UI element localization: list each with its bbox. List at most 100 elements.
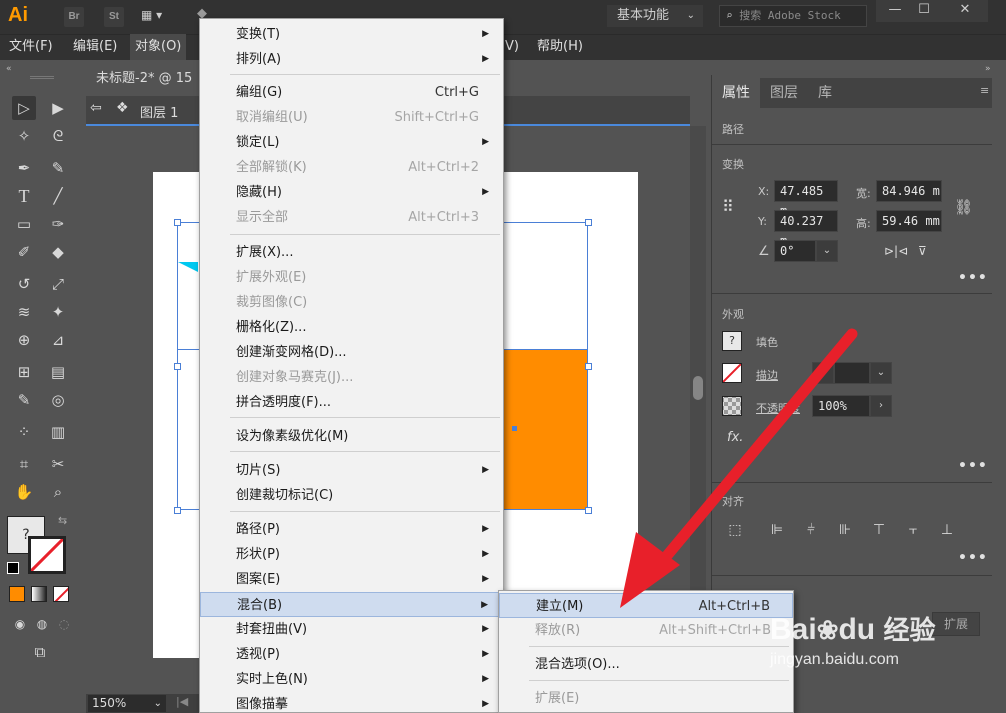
align-vertical-center-icon[interactable]: ⫟ xyxy=(904,521,922,539)
mesh-tool-icon[interactable]: ⊞ xyxy=(12,360,36,384)
object-menu-item[interactable]: 取消编组(U) Shift+Ctrl+G xyxy=(200,105,503,130)
column-graph-tool-icon[interactable]: ▥ xyxy=(46,420,70,444)
blend-menu-item[interactable]: 释放(R) Alt+Shift+Ctrl+B xyxy=(499,618,793,643)
object-menu-item[interactable]: 变换(T) ▶ xyxy=(200,22,503,47)
object-menu-item[interactable]: 创建裁切标记(C) xyxy=(200,483,503,508)
shaper-tool-icon[interactable]: ✐ xyxy=(12,240,36,264)
tab-layers[interactable]: 图层 xyxy=(760,78,808,108)
selection-tool-icon[interactable]: ▷ xyxy=(12,96,36,120)
hand-tool-icon[interactable]: ✋ xyxy=(12,480,36,504)
swap-fill-stroke-icon[interactable]: ⇆ xyxy=(58,514,67,527)
tab-libraries[interactable]: 库 xyxy=(808,78,842,108)
opacity-slider-button[interactable]: › xyxy=(870,395,892,417)
blend-menu-item[interactable]: 建立(M) Alt+Ctrl+B xyxy=(499,593,793,618)
magic-wand-tool-icon[interactable]: ✧ xyxy=(12,124,36,148)
collapse-panel-icon[interactable]: » xyxy=(985,64,991,74)
blend-menu-item[interactable]: 混合选项(O)... xyxy=(499,652,793,677)
type-tool-icon[interactable]: T xyxy=(12,184,36,208)
document-tab[interactable]: 未标题-2* @ 15 xyxy=(86,62,198,96)
object-menu-item[interactable]: 拼合透明度(F)... xyxy=(200,390,503,415)
object-menu-item[interactable]: 形状(P) ▶ xyxy=(200,542,503,567)
flip-horizontal-icon[interactable]: ⊳|⊲ xyxy=(884,244,908,258)
angle-dropdown[interactable]: ⌄ xyxy=(816,240,838,262)
blend-menu-item[interactable]: 扩展(E) xyxy=(499,686,793,711)
align-bottom-icon[interactable]: ⊥ xyxy=(938,521,956,539)
flip-vertical-icon[interactable]: ⊽ xyxy=(918,244,927,258)
pen-tool-icon[interactable]: ✒ xyxy=(12,156,36,180)
align-left-icon[interactable]: ⊫ xyxy=(768,521,786,539)
arrange-documents-icon[interactable]: ▦ ▾ xyxy=(141,8,181,26)
paintbrush-tool-icon[interactable]: ✑ xyxy=(46,212,70,236)
back-arrow-icon[interactable]: ⇦ xyxy=(90,100,102,116)
resize-handle[interactable] xyxy=(174,363,181,370)
stroke-weight-dropdown[interactable]: ⌄ xyxy=(870,362,892,384)
draw-inside-icon[interactable]: ◌ xyxy=(52,612,76,636)
bridge-icon[interactable]: Br xyxy=(64,7,84,27)
puppet-warp-tool-icon[interactable]: ✦ xyxy=(46,300,70,324)
shape-builder-tool-icon[interactable]: ⊕ xyxy=(12,328,36,352)
resize-handle[interactable] xyxy=(174,507,181,514)
first-artboard-icon[interactable]: |◀ xyxy=(176,695,188,708)
object-menu-item[interactable]: 创建渐变网格(D)... xyxy=(200,340,503,365)
angle-field[interactable]: 0° xyxy=(774,240,816,262)
object-menu-item[interactable]: 隐藏(H) ▶ xyxy=(200,180,503,205)
slice-tool-icon[interactable]: ✂ xyxy=(46,452,70,476)
eraser-tool-icon[interactable]: ◆ xyxy=(46,240,70,264)
height-field[interactable]: 59.46 mm xyxy=(876,210,942,232)
resize-handle[interactable] xyxy=(174,219,181,226)
perspective-grid-tool-icon[interactable]: ⊿ xyxy=(46,328,70,352)
zoom-select[interactable]: 150% ⌄ xyxy=(88,695,166,712)
stroke-color-swatch[interactable] xyxy=(722,363,742,383)
artboard-tool-icon[interactable]: ⌗ xyxy=(12,452,36,476)
resize-handle[interactable] xyxy=(585,507,592,514)
none-mode-icon[interactable] xyxy=(53,586,69,602)
object-menu-item[interactable]: 混合(B) ▶ xyxy=(200,592,503,617)
object-menu-item[interactable]: 封套扭曲(V) ▶ xyxy=(200,617,503,642)
reference-point-icon[interactable]: ⠿ xyxy=(722,196,744,218)
close-button[interactable]: ✕ xyxy=(942,0,988,22)
object-menu-item[interactable]: 图案(E) ▶ xyxy=(200,567,503,592)
tab-properties[interactable]: 属性 xyxy=(712,78,760,108)
collapse-toolbar-icon[interactable]: « xyxy=(6,64,12,74)
object-menu-item[interactable]: 图像描摹 ▶ xyxy=(200,692,503,713)
x-field[interactable]: 47.485 m xyxy=(774,180,838,218)
screen-mode-icon[interactable]: ⧉ xyxy=(28,640,52,664)
menu-edit[interactable]: 编辑(E) xyxy=(68,34,122,60)
fill-color-swatch[interactable]: ? xyxy=(722,331,742,351)
zoom-tool-icon[interactable]: ⌕ xyxy=(46,480,70,504)
align-right-icon[interactable]: ⊪ xyxy=(836,521,854,539)
stroke-weight-stepper[interactable]: ⌃ xyxy=(812,362,834,384)
opacity-field[interactable]: 100% xyxy=(812,395,870,417)
more-options-icon[interactable]: ••• xyxy=(958,270,988,286)
draw-behind-icon[interactable]: ◍ xyxy=(30,612,54,636)
object-menu-item[interactable]: 显示全部 Alt+Ctrl+3 xyxy=(200,205,503,230)
opacity-label[interactable]: 不透明度 xyxy=(756,400,800,416)
symbol-sprayer-tool-icon[interactable]: ⁘ xyxy=(12,420,36,444)
workspace-switcher[interactable]: 基本功能 ⌄ xyxy=(607,5,703,27)
align-top-icon[interactable]: ⊤ xyxy=(870,521,888,539)
toolbar-grip[interactable] xyxy=(30,76,54,79)
y-field[interactable]: 40.237 m xyxy=(774,210,838,248)
object-menu-item[interactable]: 实时上色(N) ▶ xyxy=(200,667,503,692)
more-options-icon[interactable]: ••• xyxy=(958,550,988,566)
expand-button[interactable]: 扩展 xyxy=(932,612,980,636)
gradient-tool-icon[interactable]: ▤ xyxy=(46,360,70,384)
object-menu-item[interactable]: 锁定(L) ▶ xyxy=(200,130,503,155)
object-menu-item[interactable]: 创建对象马赛克(J)... xyxy=(200,365,503,390)
object-menu-item[interactable]: 透视(P) ▶ xyxy=(200,642,503,667)
stock-icon[interactable]: St xyxy=(104,7,124,27)
draw-normal-icon[interactable]: ◉ xyxy=(8,612,32,636)
object-menu-item[interactable]: 路径(P) ▶ xyxy=(200,517,503,542)
stroke-swatch[interactable] xyxy=(28,536,66,574)
menu-object[interactable]: 对象(O) xyxy=(130,34,187,60)
align-to-icon[interactable]: ⬚ xyxy=(726,521,744,539)
resize-handle[interactable] xyxy=(585,219,592,226)
object-menu-item[interactable]: 扩展外观(E) xyxy=(200,265,503,290)
object-menu-item[interactable]: 设为像素级优化(M) xyxy=(200,424,503,449)
direct-selection-tool-icon[interactable]: ▶ xyxy=(46,96,70,120)
lasso-tool-icon[interactable]: ᘓ xyxy=(46,124,70,148)
object-menu-item[interactable]: 切片(S) ▶ xyxy=(200,458,503,483)
gradient-mode-icon[interactable] xyxy=(31,586,47,602)
default-colors-icon[interactable] xyxy=(7,562,19,574)
object-menu-item[interactable]: 排列(A) ▶ xyxy=(200,47,503,72)
